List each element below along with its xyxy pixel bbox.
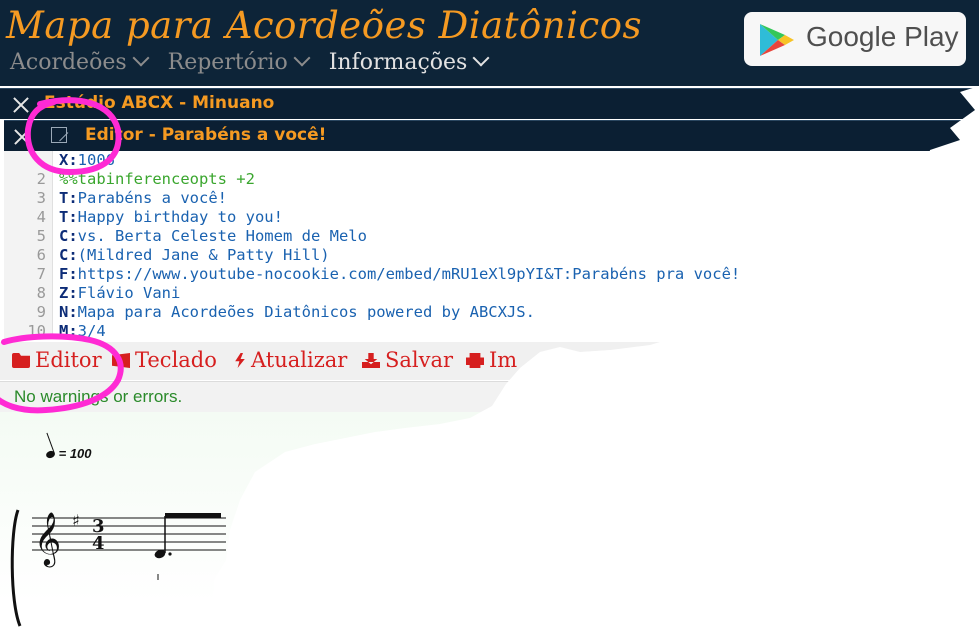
abc-field-value: Happy birthday to you! [77, 208, 283, 226]
imprimir-button-label: Im [489, 348, 518, 372]
code-text: N:Mapa para Acordeões Diatônicos powered… [59, 303, 535, 322]
close-icon[interactable] [13, 97, 29, 113]
tool-icon-a[interactable]: ✂ [598, 348, 613, 369]
abc-code-editor[interactable]: X:1006 2 %%tabinferenceopts +2 3 T:Parabéns … [4, 151, 979, 339]
sharp-icon: ♯ [72, 511, 80, 530]
code-text: M:3/4 [59, 322, 106, 339]
staff: 𝄞 ♯ 3 4 [10, 509, 226, 627]
line-number: 4 [36, 208, 46, 226]
line-number: 9 [36, 303, 46, 321]
studio-titlebar: Estúdio ABCX - Minuano [0, 88, 979, 119]
nav-repertorio-label: Repertório [167, 50, 288, 75]
popout-icon[interactable] [51, 127, 67, 143]
editor-title: Editor - Parabéns a você! [85, 125, 327, 145]
main-nav: Acordeões Repertório Informações [10, 49, 501, 75]
line-number: 6 [36, 246, 46, 264]
time-signature-bottom: 4 [92, 533, 105, 554]
tool-icon-d[interactable]: & [706, 348, 720, 369]
note-beam [165, 513, 221, 518]
code-text: Z:Flávio Vani [59, 284, 180, 303]
bolt-icon [235, 353, 245, 368]
code-text: X:1006 [59, 151, 115, 170]
google-play-badge[interactable]: Google Play [744, 12, 966, 66]
editor-button-label: Editor [35, 348, 102, 372]
line-number: 2 [36, 170, 46, 188]
abc-field-value: https://www.youtube-nocookie.com/embed/m… [77, 265, 741, 283]
atualizar-button-label: Atualizar [251, 348, 348, 372]
code-text: %%tabinferenceopts +2 [59, 170, 255, 189]
abc-field-value: 3/4 [77, 322, 106, 339]
keyboard-icon [112, 353, 130, 368]
quarter-note-icon [45, 449, 56, 460]
treble-clef-icon: 𝄞 [34, 511, 61, 567]
chevron-down-icon [472, 49, 490, 67]
code-text: T:Parabéns a você! [59, 189, 227, 208]
editor-toolbar: Editor Teclado Atualizar Salvar Im ✂ ♛ 𝑓… [0, 342, 750, 380]
line-number: 3 [36, 189, 46, 207]
nav-repertorio[interactable]: Repertório [167, 49, 311, 75]
line-number: 10 [27, 322, 46, 339]
top-header: Mapa para Acordeões Diatônicos Acordeões… [0, 0, 979, 86]
abc-field-value: 1006 [77, 151, 115, 169]
printer-icon [466, 353, 484, 368]
nav-informacoes[interactable]: Informações [328, 49, 490, 75]
abc-field-value: %%tabinferenceopts +2 [59, 170, 255, 188]
code-text: C:vs. Berta Celeste Homem de Melo [59, 227, 367, 246]
app-title[interactable]: Mapa para Acordeões Diatônicos [6, 4, 642, 47]
nav-informacoes-label: Informações [328, 50, 468, 75]
chevron-down-icon [132, 49, 150, 67]
abc-field-value: Flávio Vani [77, 284, 181, 302]
code-text: T:Happy birthday to you! [59, 208, 283, 227]
google-play-icon [760, 24, 794, 56]
abc-field-value: Parabéns a você! [77, 189, 227, 207]
nav-acordeoes-label: Acordeões [10, 50, 127, 75]
abc-field-key: X: [59, 151, 78, 169]
atualizar-button[interactable]: Atualizar [234, 348, 347, 372]
tempo-value: = 100 [58, 446, 92, 461]
salvar-button-label: Salvar [385, 348, 454, 372]
editor-button[interactable]: Editor [12, 348, 102, 372]
teclado-button-label: Teclado [135, 348, 217, 372]
folder-open-icon [12, 353, 30, 368]
sheet-music: = 100 𝄞 ♯ 3 4 [0, 412, 979, 644]
tool-icon-c[interactable]: 𝑓 [672, 348, 678, 369]
code-text: C:(Mildred Jane & Patty Hill) [59, 246, 330, 265]
nav-acordeoes[interactable]: Acordeões [10, 49, 150, 75]
abc-field-value: Mapa para Acordeões Diatônicos powered b… [77, 303, 535, 321]
abc-field-key: M: [59, 322, 78, 339]
tempo-marking: = 100 [45, 446, 92, 461]
abc-field-key: Z: [59, 284, 78, 302]
abc-field-key: C: [59, 246, 78, 264]
abc-field-key: T: [59, 208, 78, 226]
chevron-down-icon [293, 49, 311, 67]
system-brace [10, 509, 22, 627]
download-icon [362, 353, 380, 368]
salvar-button[interactable]: Salvar [362, 348, 453, 372]
close-icon[interactable] [14, 129, 30, 145]
note-dot [168, 552, 172, 556]
status-message: No warnings or errors. [14, 387, 183, 406]
tool-icon-b[interactable]: ♛ [632, 348, 648, 369]
abc-field-key: F: [59, 265, 78, 283]
abc-field-key: T: [59, 189, 78, 207]
line-number: 7 [36, 265, 46, 283]
line-number: 5 [36, 227, 46, 245]
abc-field-value: (Mildred Jane & Patty Hill) [77, 246, 330, 264]
abc-field-key: N: [59, 303, 78, 321]
imprimir-button[interactable]: Im [466, 348, 517, 372]
line-number: 8 [36, 284, 46, 302]
studio-title: Estúdio ABCX - Minuano [44, 93, 275, 113]
teclado-button[interactable]: Teclado [112, 348, 217, 372]
code-text: F:https://www.youtube-nocookie.com/embed… [59, 265, 740, 284]
google-play-label: Google Play [806, 21, 959, 52]
status-bar: No warnings or errors. [0, 381, 979, 412]
editor-titlebar: Editor - Parabéns a você! [4, 120, 979, 151]
abc-field-value: vs. Berta Celeste Homem de Melo [77, 227, 367, 245]
abc-field-key: C: [59, 227, 78, 245]
